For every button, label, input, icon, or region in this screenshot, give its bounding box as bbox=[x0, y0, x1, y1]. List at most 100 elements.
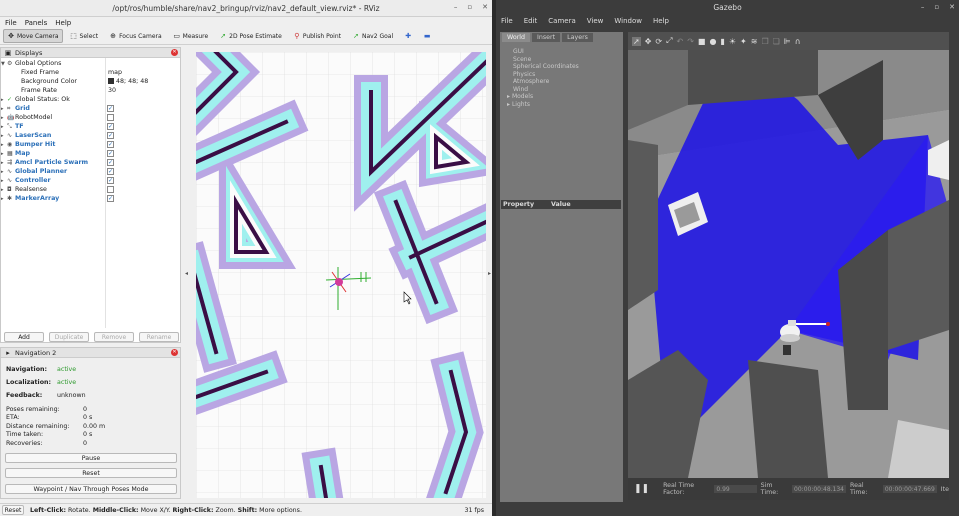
menu-panels[interactable]: Panels bbox=[25, 19, 48, 27]
display-item-grid[interactable]: ▸ ⌗ Grid ✓ bbox=[1, 104, 180, 113]
enable-checkbox[interactable] bbox=[107, 114, 114, 121]
cylinder-icon[interactable]: ▮ bbox=[720, 37, 724, 46]
rviz-3d-viewport[interactable] bbox=[196, 52, 486, 498]
menu-view[interactable]: View bbox=[587, 17, 604, 25]
pause-button[interactable]: Pause bbox=[5, 453, 177, 463]
box-icon[interactable]: ■ bbox=[698, 37, 706, 46]
enable-checkbox[interactable]: ✓ bbox=[107, 123, 114, 130]
menu-help[interactable]: Help bbox=[653, 17, 669, 25]
display-item-realsense[interactable]: ▸ ◘ Realsense bbox=[1, 185, 180, 194]
redo-icon[interactable]: ↷ bbox=[687, 37, 694, 46]
tab-layers[interactable]: Layers bbox=[562, 33, 593, 42]
select-mode-icon[interactable]: ➚ bbox=[632, 36, 641, 46]
snap-icon[interactable]: ∩ bbox=[795, 37, 801, 46]
focus-camera-tool[interactable]: ⊕ Focus Camera bbox=[105, 29, 166, 43]
spot-light-icon[interactable]: ✦ bbox=[740, 37, 747, 46]
menu-help[interactable]: Help bbox=[55, 19, 71, 27]
translate-icon[interactable]: ✥ bbox=[645, 37, 652, 46]
display-item-markerarray[interactable]: ▸ ✱ MarkerArray ✓ bbox=[1, 194, 180, 203]
paste-icon[interactable]: ❏ bbox=[773, 37, 780, 46]
display-item-map[interactable]: ▸ ▦ Map ✓ bbox=[1, 149, 180, 158]
navigation-status: active bbox=[57, 366, 77, 373]
collapse-right-icon[interactable]: ▸ bbox=[488, 270, 491, 277]
undo-icon[interactable]: ↶ bbox=[677, 37, 684, 46]
enable-checkbox[interactable]: ✓ bbox=[107, 177, 114, 184]
tree-row-fixed-frame[interactable]: Fixed Frame map bbox=[1, 68, 180, 77]
rotate-icon[interactable]: ⟳ bbox=[655, 37, 662, 46]
select-tool[interactable]: ⬚ Select bbox=[66, 29, 103, 43]
display-item-bumper-hit[interactable]: ▸ ◉ Bumper Hit ✓ bbox=[1, 140, 180, 149]
tree-item-atmosphere[interactable]: Atmosphere bbox=[513, 78, 549, 85]
maximize-icon[interactable]: ▫ bbox=[934, 3, 939, 11]
minimize-icon[interactable]: – bbox=[454, 3, 458, 11]
menu-file[interactable]: File bbox=[5, 19, 17, 27]
tree-value[interactable]: 48; 48; 48 bbox=[108, 78, 148, 85]
tab-insert[interactable]: Insert bbox=[532, 33, 561, 42]
tree-row-global-options[interactable]: ▼ ⚙ Global Options bbox=[1, 59, 180, 68]
enable-checkbox[interactable]: ✓ bbox=[107, 141, 114, 148]
enable-checkbox[interactable]: ✓ bbox=[107, 105, 114, 112]
reset-view-button[interactable]: Reset bbox=[2, 505, 24, 515]
rename-button[interactable]: Rename bbox=[139, 332, 179, 342]
tab-world[interactable]: World bbox=[502, 33, 531, 42]
tree-item-wind[interactable]: Wind bbox=[513, 86, 528, 93]
display-item-laserscan[interactable]: ▸ ∿ LaserScan ✓ bbox=[1, 131, 180, 140]
display-item-robotmodel[interactable]: ▸ 🤖 RobotModel bbox=[1, 113, 180, 122]
tree-item-spherical[interactable]: Spherical Coordinates bbox=[513, 63, 579, 70]
directional-light-icon[interactable]: ≋ bbox=[751, 37, 758, 46]
hint-text: Zoom. bbox=[215, 506, 236, 514]
menu-camera[interactable]: Camera bbox=[548, 17, 575, 25]
enable-checkbox[interactable]: ✓ bbox=[107, 168, 114, 175]
gazebo-3d-scene[interactable] bbox=[628, 50, 949, 478]
tree-value[interactable]: map bbox=[108, 69, 122, 76]
scale-icon[interactable]: ⤢ bbox=[666, 36, 672, 46]
display-item-controller[interactable]: ▸ ∿ Controller ✓ bbox=[1, 176, 180, 185]
nav2-goal-tool[interactable]: ➚ Nav2 Goal bbox=[348, 29, 397, 43]
tree-item-scene[interactable]: Scene bbox=[513, 56, 531, 63]
remove-button[interactable]: Remove bbox=[94, 332, 134, 342]
enable-checkbox[interactable]: ✓ bbox=[107, 132, 114, 139]
measure-tool[interactable]: ▭ Measure bbox=[169, 29, 213, 43]
tool-label: Focus Camera bbox=[119, 32, 162, 40]
tree-item-physics[interactable]: Physics bbox=[513, 71, 535, 78]
sphere-icon[interactable]: ● bbox=[709, 37, 716, 46]
enable-checkbox[interactable]: ✓ bbox=[107, 150, 114, 157]
display-item-global-planner[interactable]: ▸ ∿ Global Planner ✓ bbox=[1, 167, 180, 176]
menu-file[interactable]: File bbox=[501, 17, 513, 25]
add-tool-button[interactable]: ✚ bbox=[400, 29, 416, 43]
collapse-left-icon[interactable]: ◂ bbox=[185, 270, 188, 277]
display-item-amcl-particle-swarm[interactable]: ▸ ⇶ Amcl Particle Swarm ✓ bbox=[1, 158, 180, 167]
menu-window[interactable]: Window bbox=[614, 17, 642, 25]
close-icon[interactable]: ✕ bbox=[171, 49, 178, 56]
minimize-icon[interactable]: – bbox=[921, 3, 925, 11]
remove-tool-button[interactable]: ▬ bbox=[419, 29, 435, 43]
pose-estimate-tool[interactable]: ➚ 2D Pose Estimate bbox=[215, 29, 286, 43]
move-camera-tool[interactable]: ✥ Move Camera bbox=[3, 29, 63, 43]
tree-row-frame-rate[interactable]: Frame Rate 30 bbox=[1, 86, 180, 95]
waypoint-mode-button[interactable]: Waypoint / Nav Through Poses Mode bbox=[5, 484, 177, 494]
tree-row-background-color[interactable]: Background Color 48; 48; 48 bbox=[1, 77, 180, 86]
align-icon[interactable]: ⊫ bbox=[784, 37, 791, 46]
tree-item-lights[interactable]: ▸ Lights bbox=[507, 101, 530, 108]
copy-icon[interactable]: ❐ bbox=[761, 37, 768, 46]
reset-button[interactable]: Reset bbox=[5, 468, 177, 478]
display-item-tf[interactable]: ▸ ⤡ TF ✓ bbox=[1, 122, 180, 131]
pause-icon[interactable]: ❚❚ bbox=[628, 484, 655, 494]
close-icon[interactable]: ✕ bbox=[482, 3, 488, 11]
sun-light-icon[interactable]: ☀ bbox=[729, 37, 736, 46]
tree-value[interactable]: 30 bbox=[108, 87, 116, 94]
maximize-icon[interactable]: ▫ bbox=[467, 3, 472, 11]
publish-point-tool[interactable]: ⚲ Publish Point bbox=[289, 29, 345, 43]
enable-checkbox[interactable]: ✓ bbox=[107, 159, 114, 166]
close-icon[interactable]: ✕ bbox=[171, 349, 178, 356]
tree-item-models[interactable]: ▸ Models bbox=[507, 93, 533, 100]
tree-row-global-status[interactable]: ▸ ✓ Global Status: Ok bbox=[1, 95, 180, 104]
tree-label: Frame Rate bbox=[21, 87, 58, 94]
enable-checkbox[interactable]: ✓ bbox=[107, 195, 114, 202]
add-button[interactable]: Add bbox=[4, 332, 44, 342]
menu-edit[interactable]: Edit bbox=[524, 17, 538, 25]
tree-item-gui[interactable]: GUI bbox=[513, 48, 524, 55]
close-icon[interactable]: ✕ bbox=[949, 3, 955, 11]
enable-checkbox[interactable] bbox=[107, 186, 114, 193]
duplicate-button[interactable]: Duplicate bbox=[49, 332, 89, 342]
